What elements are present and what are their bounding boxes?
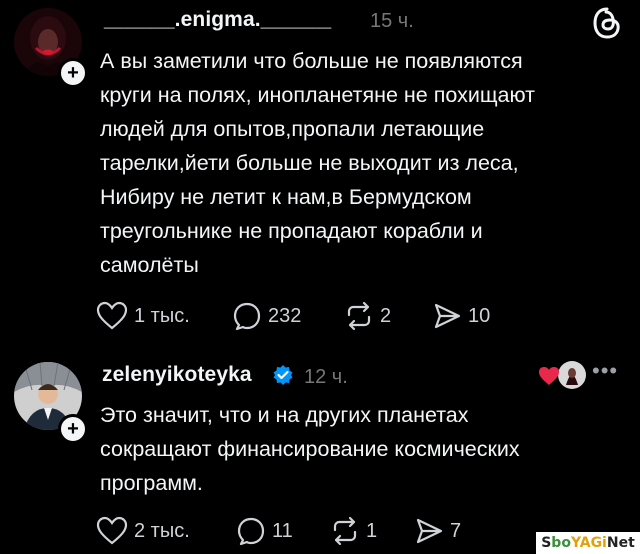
share-button[interactable]: 10 [432, 301, 490, 331]
reply-button[interactable]: 11 [236, 516, 293, 546]
liked-heart-icon [539, 367, 559, 385]
repost-icon [347, 301, 371, 331]
timestamp[interactable]: 15 ч. [370, 10, 414, 33]
creator-liked-indicator [538, 359, 588, 391]
repost-count: 2 [380, 304, 392, 327]
post-text: Это значит, что и на других планетах сок… [100, 403, 520, 495]
username[interactable]: zelenyikoteyka [102, 363, 252, 387]
heart-icon [96, 301, 128, 330]
reply-count: 11 [272, 519, 293, 542]
like-button[interactable]: 1 тыс. [96, 301, 190, 331]
post-text: А вы заметили что больше не появляются к… [100, 49, 535, 277]
watermark-logo: Sbo YAGi Net [536, 532, 640, 554]
follow-button[interactable]: + [58, 414, 88, 444]
share-button[interactable]: 7 [414, 516, 461, 546]
repost-button[interactable]: 1 [330, 516, 377, 546]
send-icon [416, 518, 443, 544]
share-count: 7 [450, 519, 462, 542]
heart-icon [96, 516, 128, 545]
repost-button[interactable]: 2 [344, 301, 391, 331]
threads-logo-icon[interactable] [592, 6, 622, 47]
username[interactable]: ______.enigma.______ [104, 8, 331, 32]
repost-count: 1 [366, 519, 378, 542]
timestamp[interactable]: 12 ч. [304, 366, 348, 389]
follow-button[interactable]: + [58, 58, 88, 88]
like-count: 2 тыс. [134, 519, 190, 542]
reply-count: 232 [268, 304, 302, 327]
like-button[interactable]: 2 тыс. [96, 516, 190, 546]
more-options-icon[interactable]: ••• [592, 358, 618, 384]
speech-bubble-icon [233, 302, 261, 331]
verified-badge-icon [273, 365, 293, 385]
share-count: 10 [468, 304, 491, 327]
speech-bubble-icon [237, 517, 265, 546]
repost-icon [333, 516, 357, 546]
send-icon [434, 303, 461, 329]
like-count: 1 тыс. [134, 304, 190, 327]
reply-button[interactable]: 232 [232, 301, 301, 331]
